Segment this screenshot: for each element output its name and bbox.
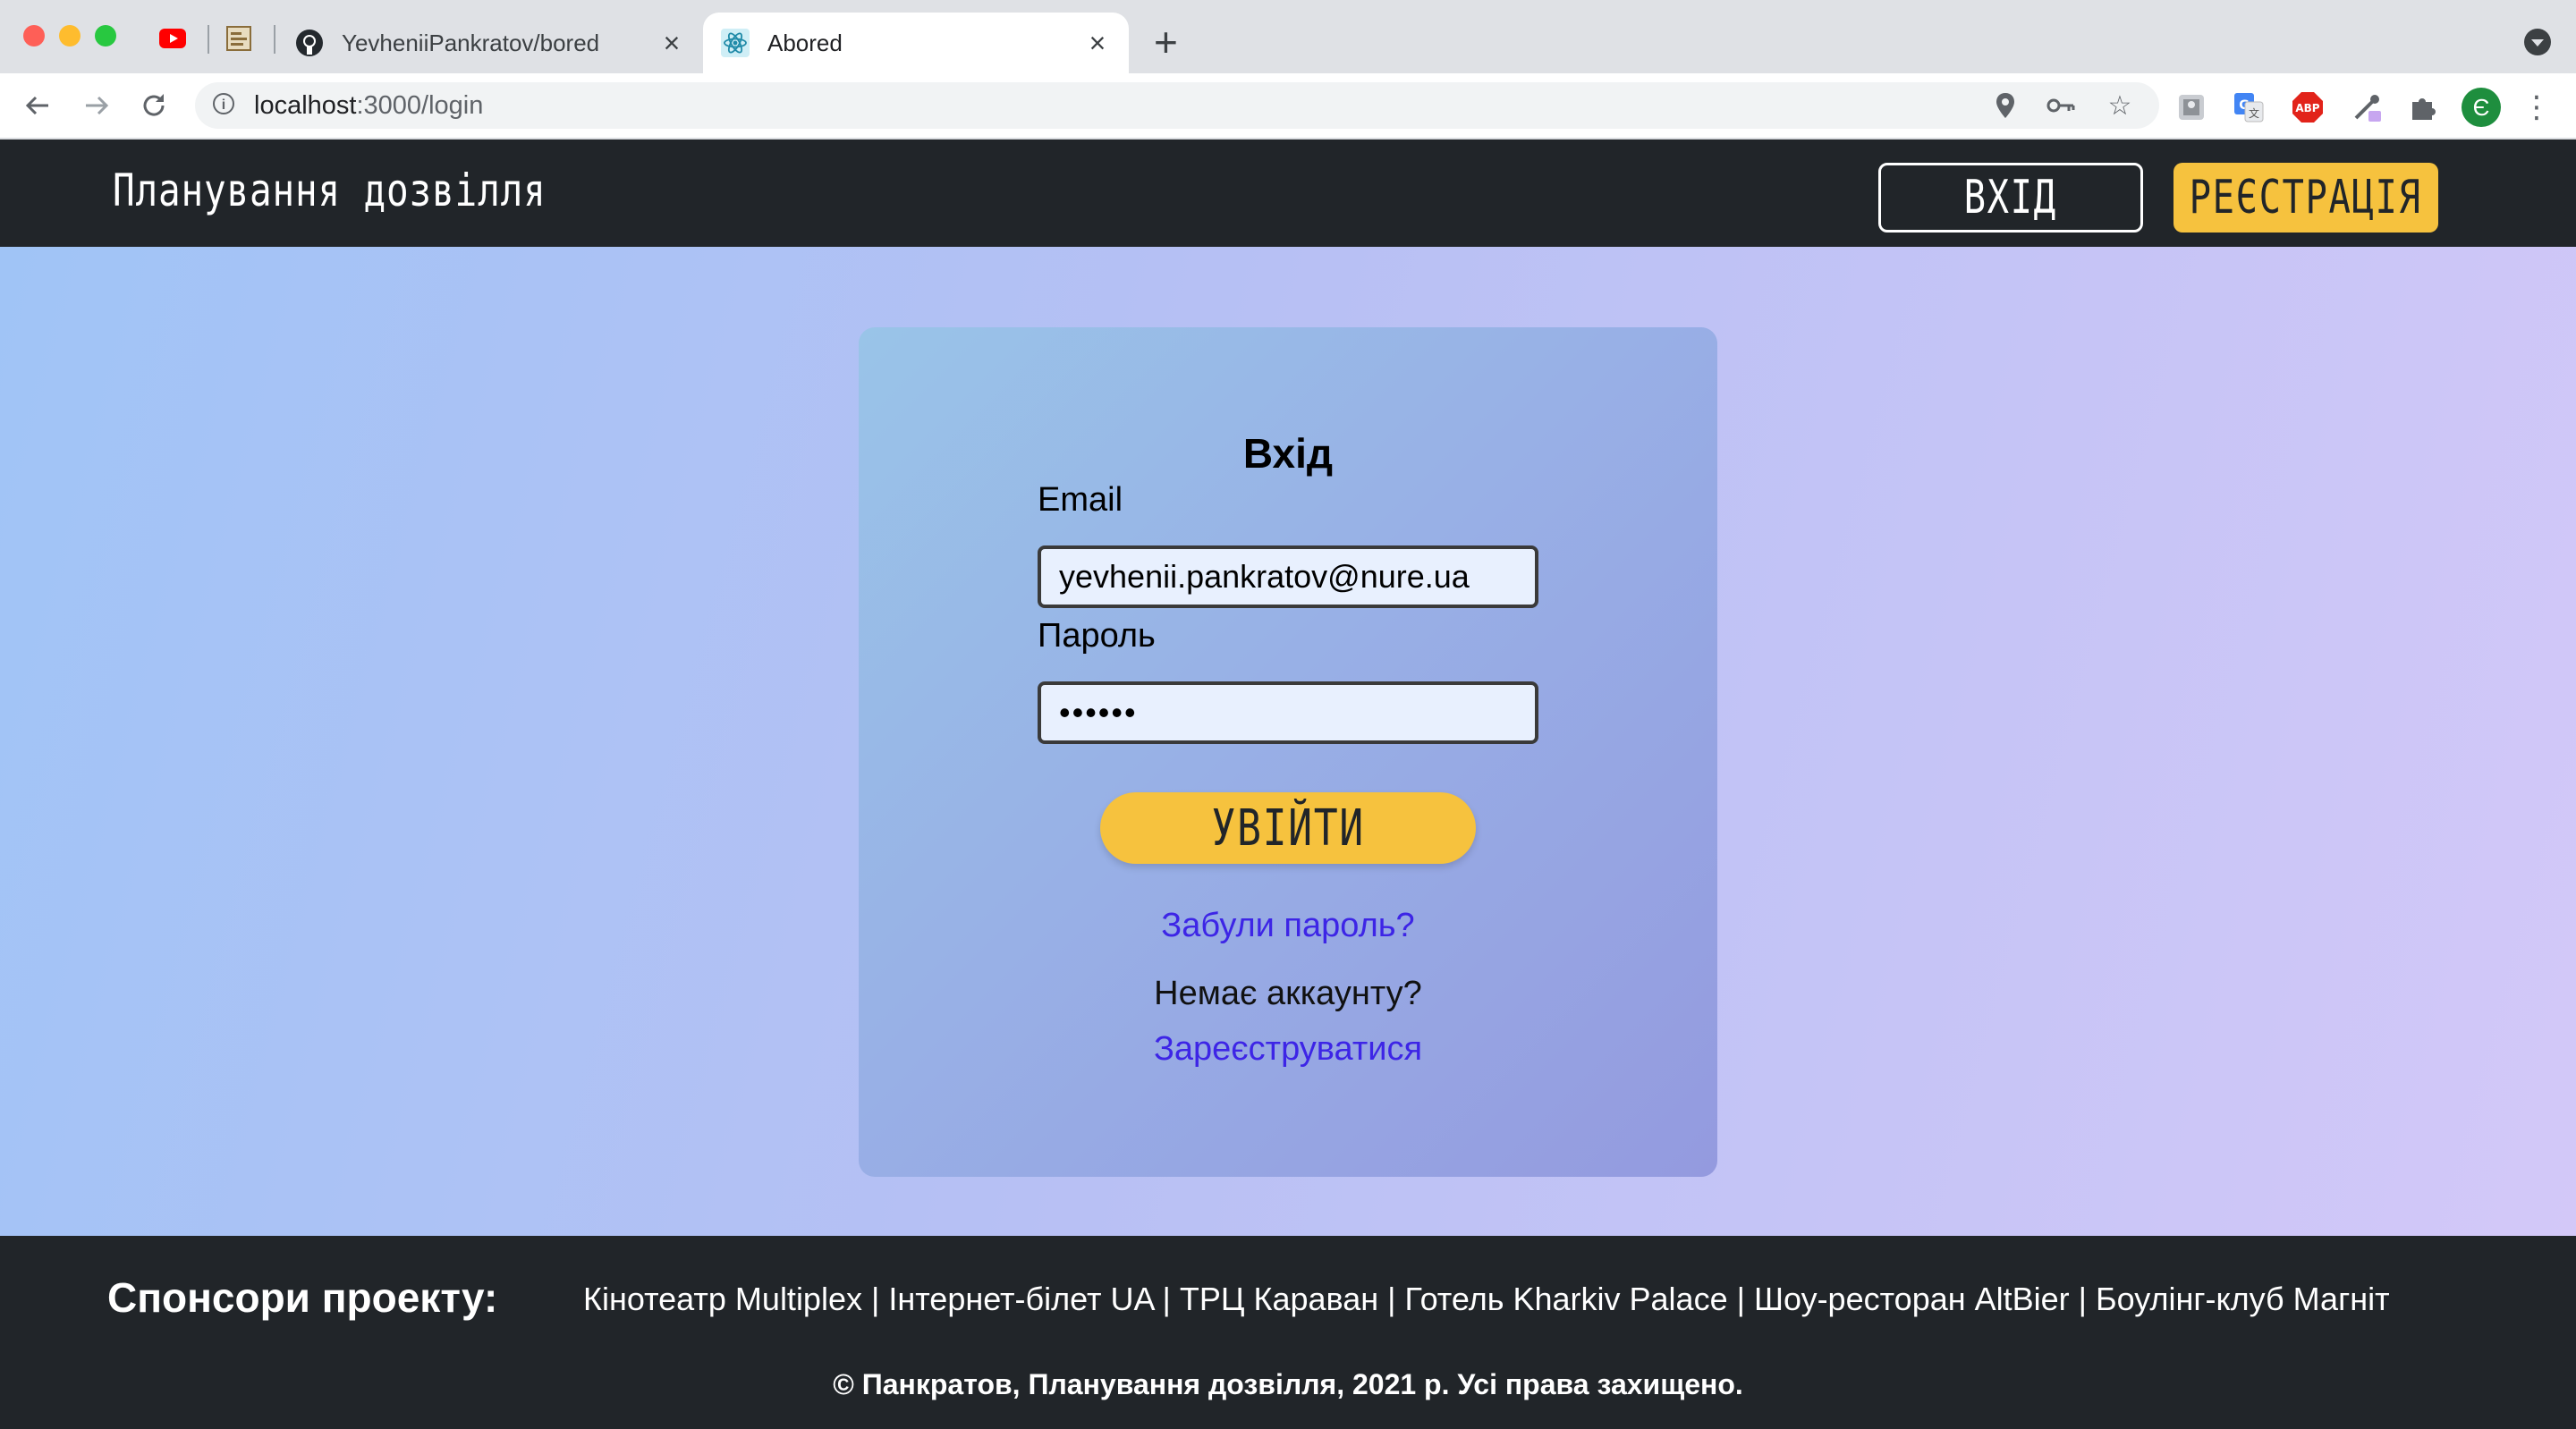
- password-field[interactable]: ••••••: [1038, 681, 1538, 744]
- address-bar[interactable]: i localhost:3000/login ☆: [195, 82, 2159, 129]
- bookmark-star-icon[interactable]: ☆: [2104, 89, 2136, 122]
- forward-button[interactable]: [77, 86, 116, 125]
- browser-toolbar: i localhost:3000/login ☆ G文 ABP Є ⋮: [0, 73, 2576, 140]
- header-login-button[interactable]: ВХІД: [1878, 163, 2143, 233]
- tab-label: Abored: [767, 29, 843, 56]
- url-text[interactable]: localhost:3000/login: [254, 91, 483, 121]
- svg-text:ABP: ABP: [2295, 102, 2319, 114]
- forward-arrow-icon: [86, 96, 109, 115]
- no-account-text: Немає аккаунту?: [1154, 975, 1422, 1012]
- tab-abored[interactable]: Abored ×: [703, 13, 1129, 73]
- tab-search-button[interactable]: [2524, 29, 2551, 55]
- key-icon[interactable]: [2045, 89, 2077, 122]
- adblock-icon[interactable]: ABP: [2290, 89, 2326, 125]
- tab-github[interactable]: YevheniiPankratov/bored ×: [277, 13, 703, 73]
- site-info-icon[interactable]: i: [213, 93, 234, 114]
- eyedropper-icon[interactable]: [2349, 89, 2385, 125]
- github-icon: [295, 29, 324, 57]
- close-tab-icon[interactable]: ×: [1084, 27, 1111, 60]
- close-tab-icon[interactable]: ×: [658, 27, 685, 60]
- back-arrow-icon: [25, 96, 48, 115]
- login-submit-button[interactable]: УВІЙТИ: [1100, 792, 1476, 864]
- email-field[interactable]: yevhenii.pankratov@nure.ua: [1038, 545, 1538, 608]
- copyright-text: © Панкратов, Планування дозвілля, 2021 р…: [833, 1368, 1743, 1400]
- reload-button[interactable]: [134, 86, 174, 125]
- login-title: Вхід: [1242, 430, 1334, 477]
- browser-menu-icon[interactable]: ⋮: [2519, 89, 2555, 125]
- main-content: Вхід Email yevhenii.pankratov@nure.ua Па…: [0, 247, 2576, 1236]
- tab-label: YevheniiPankratov/bored: [342, 29, 600, 56]
- back-button[interactable]: [18, 86, 57, 125]
- google-translate-icon[interactable]: G文: [2231, 89, 2267, 125]
- forgot-password-link[interactable]: Забули пароль?: [859, 907, 1717, 945]
- browser-tab-bar: YevheniiPankratov/bored × Abored × +: [0, 0, 2576, 73]
- youtube-icon: [159, 29, 186, 48]
- location-icon[interactable]: [1989, 89, 2021, 122]
- email-label: Email: [1038, 481, 1123, 519]
- site-brand[interactable]: Планування дозвілля: [113, 165, 547, 216]
- profile-avatar[interactable]: Є: [2462, 88, 2501, 127]
- maximize-window-button[interactable]: [95, 25, 116, 47]
- sponsors-list: Кінотеатр Multiplex | Інтернет-білет UA …: [583, 1281, 2390, 1317]
- password-label: Пароль: [1038, 617, 1156, 655]
- svg-text:文: 文: [2249, 106, 2259, 120]
- close-window-button[interactable]: [23, 25, 45, 47]
- site-footer: Спонсори проекту: Кінотеатр Multiplex | …: [0, 1236, 2576, 1429]
- page-icon: [226, 26, 251, 51]
- minimize-window-button[interactable]: [59, 25, 80, 47]
- puzzle-extensions-icon[interactable]: [2404, 89, 2440, 125]
- sponsors-title: Спонсори проекту:: [107, 1274, 498, 1321]
- reload-icon: [143, 94, 165, 116]
- header-register-button[interactable]: РЕЄСТРАЦІЯ: [2174, 163, 2438, 233]
- site-header: Планування дозвілля ВХІД РЕЄСТРАЦІЯ: [0, 140, 2576, 247]
- pinned-tab-youtube[interactable]: [159, 25, 186, 52]
- extension-image-icon[interactable]: [2174, 89, 2209, 125]
- login-card: Вхід Email yevhenii.pankratov@nure.ua Па…: [859, 327, 1717, 1177]
- pinned-tab-page[interactable]: [225, 25, 252, 52]
- react-icon: [721, 29, 750, 57]
- new-tab-button[interactable]: +: [1154, 20, 1178, 64]
- register-link[interactable]: Зареєструватися: [859, 1030, 1717, 1069]
